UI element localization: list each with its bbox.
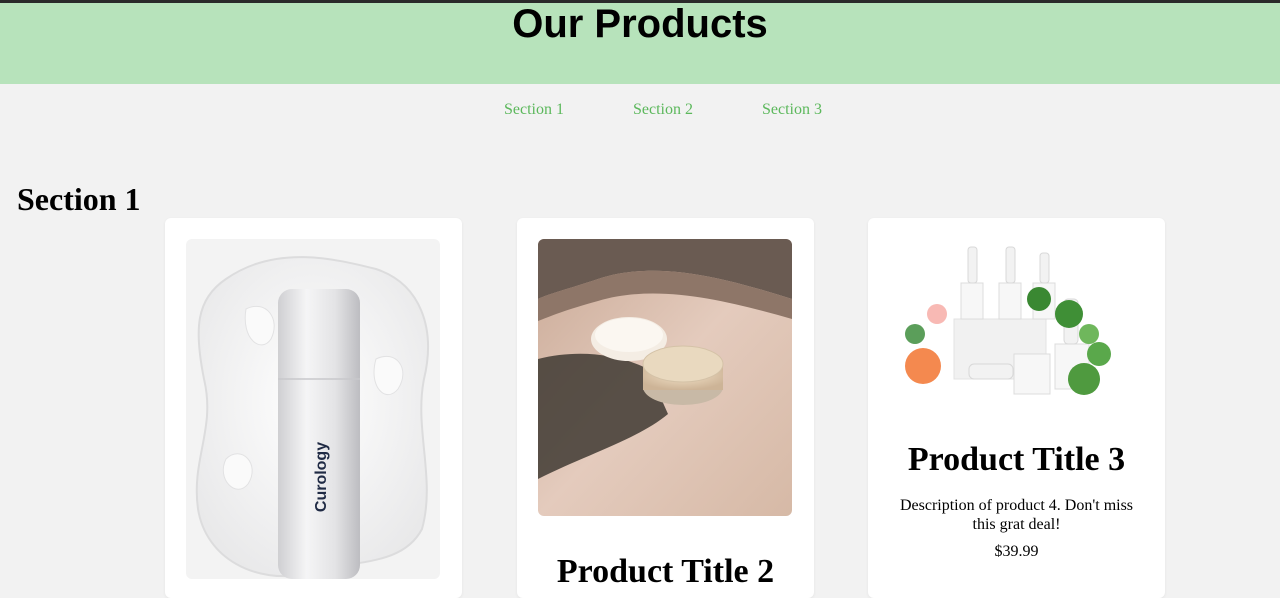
product-title-3: Product Title 3 [907,441,1126,478]
product-image-1: Curology [186,239,440,579]
page-title: Our Products [512,2,768,46]
nav-link-section-1[interactable]: Section 1 [504,100,564,120]
product-card-1: Curology [165,218,462,598]
page-header: Our Products [0,2,1280,84]
product-image-2 [538,239,792,516]
product-title-2: Product Title 2 [556,553,775,590]
product-card-2: Product Title 2 [517,218,814,598]
section-title: Section 1 [17,181,141,217]
section-nav: Section 1 Section 2 Section 3 [0,100,1280,122]
product-price-3: $39.99 [994,543,1039,560]
nav-link-section-3[interactable]: Section 3 [762,100,822,120]
product-brand-text: Curology [313,442,330,512]
nav-link-section-2[interactable]: Section 2 [633,100,693,120]
product-image-3 [889,239,1143,402]
product-description-3: Description of product 4. Don't miss thi… [899,497,1134,533]
product-card-3: Product Title 3 Description of product 4… [868,218,1165,598]
